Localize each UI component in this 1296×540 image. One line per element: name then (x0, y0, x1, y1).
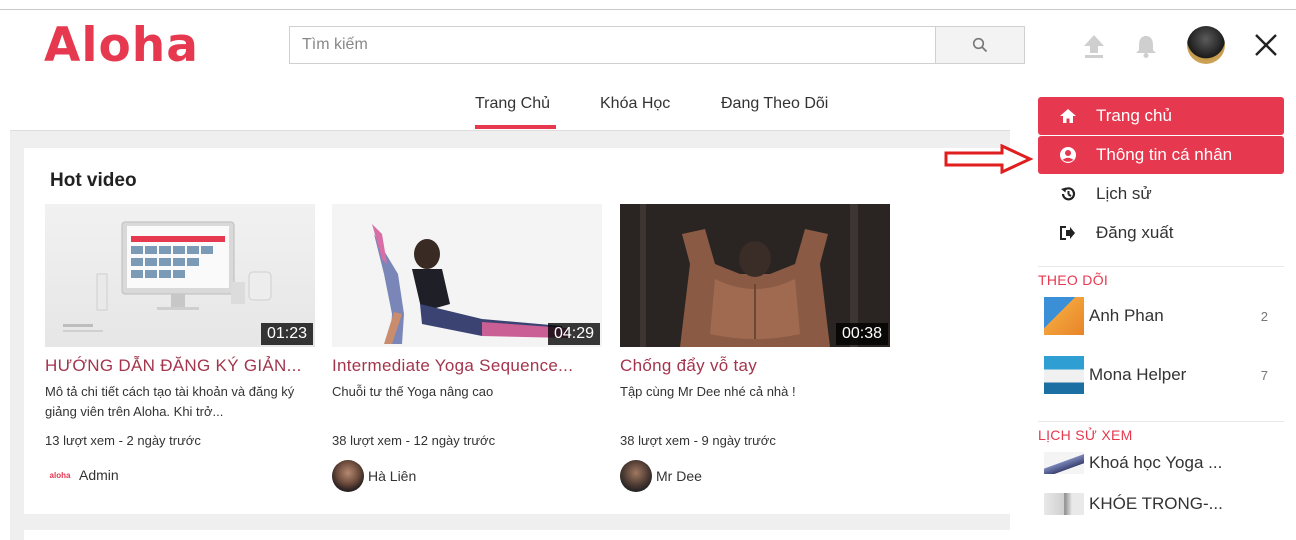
divider (1038, 266, 1284, 267)
sign-out-icon (1058, 223, 1078, 243)
video-title[interactable]: Intermediate Yoga Sequence... (332, 356, 602, 376)
sidebar-item-label: Lịch sử (1096, 184, 1152, 203)
tab-bar: Trang Chủ Khóa Học Đang Theo Dõi (10, 76, 1010, 131)
video-duration: 04:29 (547, 323, 600, 345)
video-meta: 13 lượt xem - 2 ngày trước (45, 433, 201, 448)
video-author[interactable]: aloha Admin (45, 460, 119, 490)
sidebar-item-profile[interactable]: Thông tin cá nhân (1038, 136, 1284, 174)
bell-icon (1136, 36, 1156, 58)
video-description: Tập cùng Mr Dee nhé cả nhà ! (620, 384, 796, 399)
video-thumbnail[interactable]: 00:38 (620, 204, 890, 347)
channel-count: 2 (1260, 308, 1268, 324)
search-input[interactable] (289, 26, 935, 64)
author-avatar (332, 460, 364, 492)
author-avatar (620, 460, 652, 492)
upload-button[interactable] (1081, 32, 1107, 60)
history-item[interactable]: Khoá học Yoga ... (1044, 448, 1284, 478)
tab-courses[interactable]: Khóa Học (600, 95, 670, 113)
sidebar-item-history[interactable]: Lịch sử (1038, 175, 1284, 213)
following-item[interactable]: Anh Phan 2 (1044, 296, 1284, 336)
notifications-button[interactable] (1133, 32, 1159, 60)
sidebar-item-home[interactable]: Trang chủ (1038, 97, 1284, 135)
author-logo: aloha (49, 470, 71, 480)
video-meta: 38 lượt xem - 12 ngày trước (332, 433, 496, 448)
close-sidebar-button[interactable] (1251, 28, 1281, 62)
history-label: KHÓE TRONG-... (1089, 494, 1223, 513)
history-thumbnail (1044, 452, 1084, 474)
header: Aloha (0, 10, 1296, 76)
video-card[interactable]: 01:23 HƯỚNG DẪN ĐĂNG KÝ GIẢN... Mô tả ch… (45, 204, 315, 483)
video-title[interactable]: HƯỚNG DẪN ĐĂNG KÝ GIẢN... (45, 356, 315, 376)
sidebar-item-label: Trang chủ (1096, 106, 1172, 125)
following-title: THEO DÕI (1038, 272, 1109, 288)
video-card[interactable]: 00:38 Chống đẩy vỗ tay Tập cùng Mr Dee n… (620, 204, 890, 492)
author-name: Mr Dee (656, 468, 702, 484)
channel-avatar (1044, 356, 1084, 394)
sidebar-item-logout[interactable]: Đăng xuất (1038, 214, 1284, 252)
video-meta: 38 lượt xem - 9 ngày trước (620, 433, 776, 448)
video-card[interactable]: 04:29 Intermediate Yoga Sequence... Chuỗ… (332, 204, 602, 492)
video-duration: 01:23 (260, 323, 313, 345)
arrow-annotation-icon (944, 144, 1034, 174)
channel-avatar (1044, 297, 1084, 335)
hot-video-section: Hot video 01:23 HƯỚNG DẪN ĐĂNG KÝ GIẢN..… (24, 148, 1010, 514)
video-thumbnail[interactable]: 01:23 (45, 204, 315, 347)
history-icon (1058, 184, 1078, 204)
divider (1038, 421, 1284, 422)
main-content: Trang Chủ Khóa Học Đang Theo Dõi Hot vid… (10, 76, 1010, 540)
video-duration: 00:38 (835, 323, 888, 345)
sidebar-menu: Trang chủ Thông tin cá nhân Lịch sử Đăng… (1034, 76, 1296, 540)
search-button[interactable] (935, 26, 1025, 64)
close-icon (1255, 34, 1277, 56)
channel-count: 7 (1260, 367, 1268, 383)
tab-following[interactable]: Đang Theo Dõi (721, 95, 828, 113)
history-item[interactable]: KHÓE TRONG-... (1044, 489, 1284, 519)
sidebar-item-label: Thông tin cá nhân (1096, 145, 1233, 164)
video-thumbnail[interactable]: 04:29 (332, 204, 602, 347)
video-author[interactable]: Mr Dee (620, 460, 702, 492)
next-section (24, 530, 1010, 540)
user-circle-icon (1058, 145, 1078, 165)
author-name: Hà Liên (368, 468, 417, 484)
home-icon (1058, 106, 1078, 126)
video-author[interactable]: Hà Liên (332, 460, 416, 492)
video-description: Mô tả chi tiết cách tạo tài khoản và đăn… (45, 384, 295, 419)
history-thumbnail (1044, 493, 1084, 515)
channel-name: Mona Helper (1089, 365, 1187, 384)
following-item[interactable]: Mona Helper 7 (1044, 355, 1284, 395)
section-title: Hot video (50, 170, 137, 191)
logo[interactable]: Aloha (44, 18, 199, 74)
sidebar-item-label: Đăng xuất (1096, 223, 1174, 242)
active-tab-indicator (475, 125, 556, 129)
video-title[interactable]: Chống đẩy vỗ tay (620, 356, 890, 376)
author-name: Admin (79, 467, 119, 483)
search-icon (972, 37, 988, 53)
tab-home[interactable]: Trang Chủ (475, 95, 550, 113)
history-title: LỊCH SỬ XEM (1038, 427, 1133, 443)
video-description: Chuỗi tư thế Yoga nâng cao (332, 384, 494, 399)
user-avatar[interactable] (1187, 26, 1225, 64)
search-bar (289, 26, 1025, 64)
history-label: Khoá học Yoga ... (1089, 453, 1223, 472)
upload-icon (1084, 35, 1104, 58)
channel-name: Anh Phan (1089, 306, 1164, 325)
